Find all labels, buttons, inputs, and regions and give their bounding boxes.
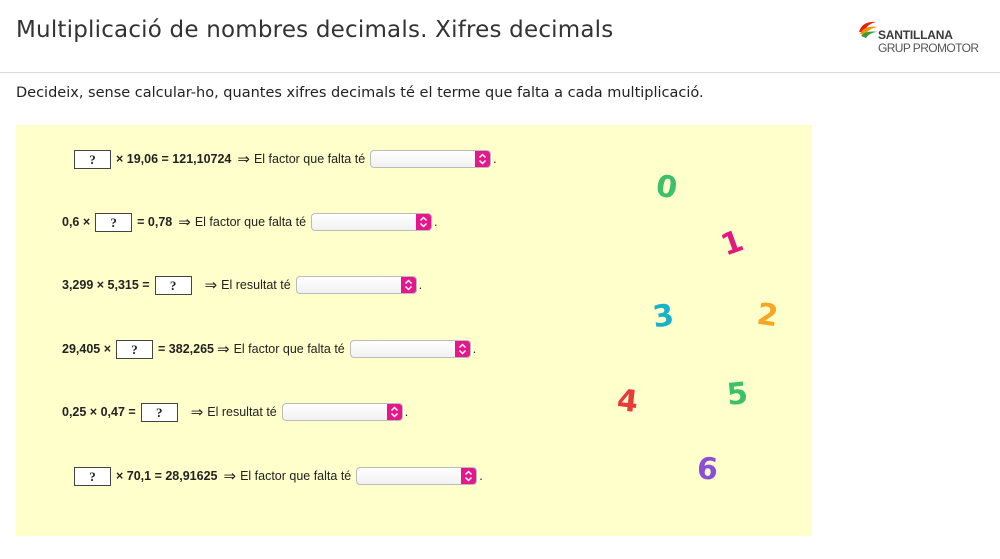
equation-text: × 19,06 = 121,10724: [116, 152, 232, 166]
instructions-text: Decideix, sense calcular-ho, quantes xif…: [16, 85, 704, 101]
page-title: Multiplicació de nombres decimals. Xifre…: [16, 17, 614, 43]
question-label: El resultat té: [221, 278, 291, 292]
equation-text: 0,25 × 0,47 =: [62, 405, 136, 419]
question-label: El resultat té: [207, 405, 277, 419]
missing-factor-box[interactable]: ?: [116, 339, 154, 359]
equation-text: 3,299 × 5,315 =: [62, 278, 150, 292]
santillana-logo: SANTILLANA GRUP PROMOTOR: [856, 18, 986, 58]
dropdown-arrow-icon[interactable]: [475, 151, 491, 167]
decimals-dropdown[interactable]: [370, 150, 492, 168]
exercise-row: 3,299 × 5,315 = ? ⇒ El resultat té .: [62, 274, 422, 296]
equation-text: 0,6 ×: [62, 215, 91, 229]
page-header: Multiplicació de nombres decimals. Xifre…: [0, 0, 1000, 73]
exercise-row: ? × 19,06 = 121,10724 ⇒ El factor que fa…: [69, 148, 497, 170]
exercise-row: 0,6 × ? = 0,78 ⇒ El factor que falta té …: [62, 211, 438, 233]
decimals-dropdown[interactable]: [311, 213, 433, 231]
missing-factor-box[interactable]: ?: [74, 466, 111, 486]
exercise-panel: ? × 19,06 = 121,10724 ⇒ El factor que fa…: [16, 125, 812, 536]
sentence-end: .: [472, 342, 477, 356]
exercise-row: ? × 70,1 = 28,91625 ⇒ El factor que falt…: [69, 465, 483, 487]
question-label: El factor que falta té: [240, 469, 352, 483]
dropdown-arrow-icon[interactable]: [416, 214, 432, 230]
decimals-dropdown[interactable]: [295, 276, 417, 294]
result-box[interactable]: ?: [140, 402, 178, 422]
implies-arrow: ⇒: [178, 213, 191, 231]
digit-tile-0[interactable]: 0: [653, 168, 680, 206]
implies-arrow: ⇒: [223, 467, 237, 485]
exercise-row: 0,25 × 0,47 = ? ⇒ El resultat té .: [62, 401, 408, 423]
decimals-dropdown[interactable]: [349, 340, 471, 358]
implies-arrow: ⇒: [237, 150, 250, 168]
dropdown-arrow-icon[interactable]: [386, 404, 402, 420]
decimals-dropdown[interactable]: [281, 403, 403, 421]
digit-tile-1[interactable]: 1: [716, 224, 748, 264]
dropdown-arrow-icon[interactable]: [400, 277, 416, 293]
sentence-end: .: [493, 152, 497, 166]
logo-name: SANTILLANA: [878, 28, 953, 42]
digit-tile-2[interactable]: 2: [755, 297, 781, 335]
digit-tile-3[interactable]: 3: [651, 298, 677, 336]
equation-text: 29,405 ×: [62, 342, 112, 356]
dropdown-arrow-icon[interactable]: [454, 341, 470, 357]
implies-arrow: ⇒: [204, 276, 218, 294]
sentence-end: .: [404, 405, 409, 419]
equation-text: = 382,265: [158, 342, 214, 356]
sentence-end: .: [479, 469, 483, 483]
digit-tile-5[interactable]: 5: [725, 376, 749, 413]
logo-subtitle: GRUP PROMOTOR: [878, 41, 979, 55]
sentence-end: .: [434, 215, 438, 229]
question-label: El factor que falta té: [253, 152, 366, 166]
sentence-end: .: [418, 278, 423, 292]
digit-tile-4[interactable]: 4: [615, 383, 639, 420]
dropdown-arrow-icon[interactable]: [461, 468, 477, 484]
result-box[interactable]: ?: [154, 275, 192, 295]
question-label: El factor que falta té: [194, 215, 307, 229]
implies-arrow: ⇒: [190, 403, 204, 421]
equation-text: × 70,1 = 28,91625: [116, 469, 218, 483]
implies-arrow: ⇒: [216, 340, 230, 358]
digit-tile-6[interactable]: 6: [696, 451, 719, 487]
exercise-row: 29,405 × ? = 382,265 ⇒ El factor que fal…: [62, 338, 476, 360]
decimals-dropdown[interactable]: [356, 467, 478, 485]
question-label: El factor que falta té: [233, 342, 345, 356]
missing-factor-box[interactable]: ?: [95, 212, 133, 232]
missing-factor-box[interactable]: ?: [74, 149, 111, 169]
equation-text: = 0,78: [137, 215, 173, 229]
